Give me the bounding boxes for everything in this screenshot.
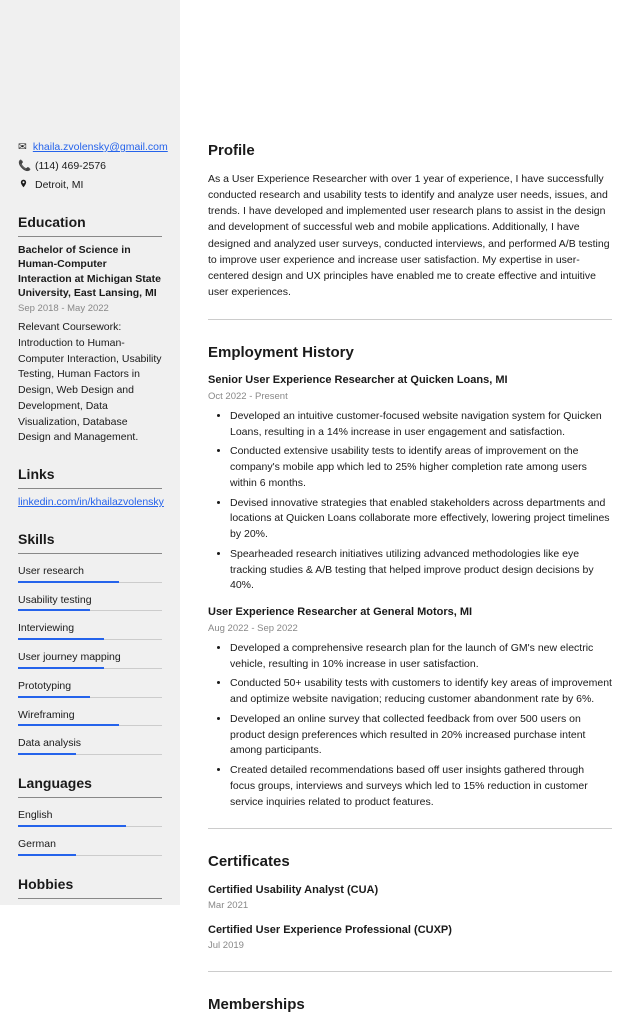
sidebar: ✉ khaila.zvolensky@gmail.com 📞 (114) 469… [0, 0, 180, 905]
job-title: User Experience Researcher at General Mo… [208, 604, 612, 621]
links-heading: Links [18, 464, 162, 489]
cert-date: Mar 2021 [208, 899, 612, 913]
hobbies-heading: Hobbies [18, 874, 162, 899]
skill-item: User research [18, 560, 162, 583]
contact-email-row: ✉ khaila.zvolensky@gmail.com [18, 140, 162, 156]
divider [208, 319, 612, 320]
certificates-heading: Certificates [208, 851, 612, 874]
job-bullet: Devised innovative strategies that enabl… [230, 496, 612, 543]
contact-phone-row: 📞 (114) 469-2576 [18, 159, 162, 175]
skill-item: User journey mapping [18, 646, 162, 669]
job-title: Senior User Experience Researcher at Qui… [208, 372, 612, 389]
divider [208, 828, 612, 829]
skills-heading: Skills [18, 529, 162, 554]
education-degree: Bachelor of Science in Human-Computer In… [18, 243, 162, 300]
languages-heading: Languages [18, 773, 162, 798]
contact-location-row: Detroit, MI [18, 178, 162, 195]
job-bullet: Conducted 50+ usability tests with custo… [230, 676, 612, 708]
job-bullet: Conducted extensive usability tests to i… [230, 444, 612, 491]
employment-heading: Employment History [208, 342, 612, 365]
job-bullet: Created detailed recommendations based o… [230, 763, 612, 810]
education-coursework: Relevant Coursework: Introduction to Hum… [18, 320, 162, 446]
job-bullet: Spearheaded research initiatives utilizi… [230, 547, 612, 594]
profile-heading: Profile [208, 140, 612, 163]
job-bullet: Developed a comprehensive research plan … [230, 641, 612, 673]
cert-date: Jul 2019 [208, 939, 612, 953]
skill-item: Wireframing [18, 704, 162, 727]
main-content: Profile As a User Experience Researcher … [180, 0, 640, 905]
language-item: German [18, 833, 162, 856]
phone-icon: 📞 [18, 159, 29, 175]
job-bullet: Developed an intuitive customer-focused … [230, 409, 612, 441]
job-dates: Oct 2022 - Present [208, 390, 612, 404]
profile-text: As a User Experience Researcher with ove… [208, 171, 612, 301]
memberships-heading: Memberships [208, 994, 612, 1017]
cert-title: Certified Usability Analyst (CUA) [208, 882, 612, 899]
education-dates: Sep 2018 - May 2022 [18, 302, 162, 316]
phone-text: (114) 469-2576 [35, 159, 106, 175]
skill-item: Interviewing [18, 617, 162, 640]
divider [208, 971, 612, 972]
skill-item: Prototyping [18, 675, 162, 698]
job-bullet: Developed an online survey that collecte… [230, 712, 612, 759]
job-dates: Aug 2022 - Sep 2022 [208, 622, 612, 636]
language-item: English [18, 804, 162, 827]
job-bullets: Developed a comprehensive research plan … [208, 641, 612, 811]
location-text: Detroit, MI [35, 178, 83, 194]
skill-item: Data analysis [18, 732, 162, 755]
cert-title: Certified User Experience Professional (… [208, 922, 612, 939]
job-bullets: Developed an intuitive customer-focused … [208, 409, 612, 594]
email-link[interactable]: khaila.zvolensky@gmail.com [33, 140, 168, 156]
location-icon [18, 178, 29, 195]
education-heading: Education [18, 212, 162, 237]
skill-item: Usability testing [18, 589, 162, 612]
linkedin-link[interactable]: linkedin.com/in/khailazvolensky [18, 496, 164, 508]
email-icon: ✉ [18, 140, 27, 156]
